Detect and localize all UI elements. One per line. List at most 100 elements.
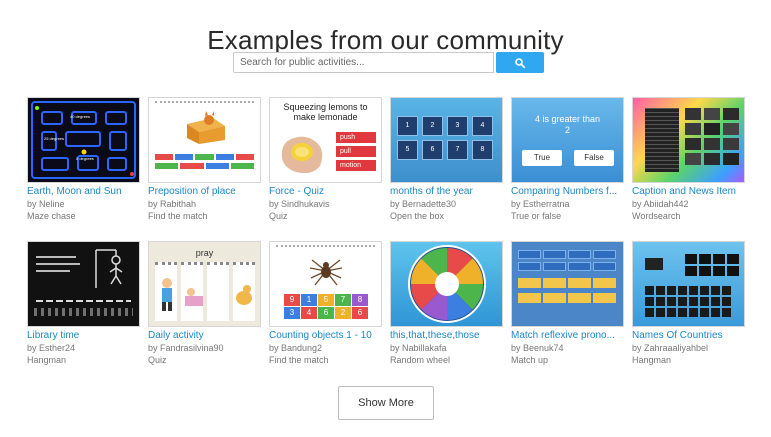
box-tile: 4 — [472, 116, 493, 136]
activity-author: by Sindhukavis — [269, 199, 330, 209]
quiz-question: Squeezing lemons to make lemonade — [283, 102, 368, 122]
true-false-thumbnail: 4 is greater than 2 True False — [511, 97, 624, 183]
box-tile: 3 — [447, 116, 468, 136]
activity-card[interactable]: 9 1 5 7 8 3 4 6 2 6 Counting objects 1 -… — [269, 241, 382, 366]
flag-image — [645, 258, 663, 270]
maze-label: 25 degrees — [44, 136, 65, 141]
answer-option: motion — [336, 160, 376, 171]
activity-title[interactable]: Comparing Numbers f... — [511, 185, 629, 198]
activity-title[interactable]: months of the year — [390, 185, 508, 198]
box-grid: 1 2 3 4 5 6 7 8 — [397, 116, 493, 160]
number-tile: 1 — [301, 294, 317, 306]
activity-author: by Abiidah442 — [632, 199, 689, 209]
spider-image — [309, 259, 343, 286]
lemon-hand-image — [281, 136, 323, 174]
activity-card[interactable]: 4 is greater than 2 True False Comparing… — [511, 97, 624, 222]
word-tiles — [155, 154, 255, 169]
activity-author: by Zahraaaliyahbel — [632, 343, 709, 353]
spinning-wheel — [408, 245, 486, 323]
random-wheel-thumbnail — [390, 241, 503, 327]
activity-title[interactable]: Caption and News Item — [632, 185, 750, 198]
box-tile: 8 — [472, 140, 493, 160]
tf-question: 4 is greater than 2 — [534, 114, 601, 135]
activity-title[interactable]: Match reflexive prono... — [511, 329, 629, 342]
activity-type: True or false — [511, 211, 562, 221]
show-more-button[interactable]: Show More — [338, 386, 434, 420]
number-tile: 4 — [301, 307, 317, 319]
search-button[interactable] — [496, 52, 544, 73]
activity-card[interactable]: this,that,these,those by Nabillakafa Ran… — [390, 241, 503, 366]
activity-title[interactable]: this,that,these,those — [390, 329, 508, 342]
top-word-tiles — [518, 250, 616, 271]
number-tile: 6 — [318, 307, 334, 319]
quiz-thumbnail: pray — [148, 241, 261, 327]
activity-card[interactable]: Names Of Countries by Zahraaaliyahbel Ha… — [632, 241, 745, 366]
false-button: False — [574, 150, 614, 166]
activity-author: by Nabillakafa — [390, 343, 447, 353]
spiral-binding — [155, 101, 254, 106]
activity-title[interactable]: Library time — [27, 329, 145, 342]
activity-card[interactable]: pray Daily activity by Fandrasilvina90 Q… — [148, 241, 261, 366]
activity-card[interactable]: 40 degrees 25 degrees 0 degrees Earth, M… — [27, 97, 140, 222]
box-tile: 5 — [397, 140, 418, 160]
activity-card[interactable]: Caption and News Item by Abiidah442 Word… — [632, 97, 745, 222]
activity-author: by Neline — [27, 199, 65, 209]
match-up-thumbnail — [511, 241, 624, 327]
keyboard — [645, 286, 731, 317]
activity-card[interactable]: Preposition of place by Rabithah Find th… — [148, 97, 261, 222]
number-tile: 9 — [284, 294, 300, 306]
hangman-thumbnail — [27, 241, 140, 327]
true-button: True — [522, 150, 562, 166]
answer-options: push pull motion — [336, 132, 376, 171]
activity-title[interactable]: Daily activity — [148, 329, 266, 342]
activity-title[interactable]: Force - Quiz — [269, 185, 387, 198]
letter-blanks — [685, 254, 739, 276]
activity-type: Hangman — [632, 355, 672, 365]
box-tile: 6 — [422, 140, 443, 160]
activity-grid: 40 degrees 25 degrees 0 degrees Earth, M… — [27, 97, 745, 366]
activity-card[interactable]: Match reflexive prono... by Beenuk74 Mat… — [511, 241, 624, 366]
activity-title[interactable]: Counting objects 1 - 10 — [269, 329, 387, 342]
kid-figure — [162, 278, 172, 311]
find-match-thumbnail — [148, 97, 261, 183]
activity-type: Open the box — [390, 211, 445, 221]
activity-author: by Fandrasilvina90 — [148, 343, 224, 353]
activity-type: Quiz — [269, 211, 288, 221]
box-tile: 7 — [447, 140, 468, 160]
letter-grid — [645, 108, 679, 172]
number-tile: 8 — [352, 294, 368, 306]
activity-card[interactable]: Squeezing lemons to make lemonade push p… — [269, 97, 382, 222]
activity-author: by Esther24 — [27, 343, 76, 353]
picture-tiles — [685, 108, 739, 165]
maze-label: 0 degrees — [76, 156, 94, 161]
maze-label: 40 degrees — [70, 114, 91, 119]
box-tile: 1 — [397, 116, 418, 136]
quiz-word: pray — [195, 248, 214, 258]
activity-author: by Beenuk74 — [511, 343, 564, 353]
hangman-thumbnail — [632, 241, 745, 327]
activity-author: by Bernadette30 — [390, 199, 457, 209]
bird-figure — [236, 285, 252, 305]
number-tile: 2 — [335, 307, 351, 319]
alphabet-row — [34, 308, 133, 316]
answer-option: pull — [336, 146, 376, 157]
activity-title[interactable]: Names Of Countries — [632, 329, 750, 342]
activity-card[interactable]: Library time by Esther24 Hangman — [27, 241, 140, 366]
hangman-figure — [95, 249, 123, 288]
letter-blanks — [36, 300, 131, 302]
find-match-thumbnail: 9 1 5 7 8 3 4 6 2 6 — [269, 241, 382, 327]
number-tile: 5 — [318, 294, 334, 306]
number-tile: 7 — [335, 294, 351, 306]
spiral-binding — [276, 245, 375, 250]
search-icon — [515, 57, 525, 68]
maze-chase-thumbnail: 40 degrees 25 degrees 0 degrees — [27, 97, 140, 183]
box-tile: 2 — [422, 116, 443, 136]
activity-type: Find the match — [269, 355, 329, 365]
kid-figure — [185, 288, 203, 306]
search-bar — [233, 52, 544, 73]
activity-title[interactable]: Preposition of place — [148, 185, 266, 198]
activity-title[interactable]: Earth, Moon and Sun — [27, 185, 145, 198]
activity-author: by Bandung2 — [269, 343, 323, 353]
activity-card[interactable]: 1 2 3 4 5 6 7 8 months of the year by Be… — [390, 97, 503, 222]
search-input[interactable] — [233, 52, 494, 73]
